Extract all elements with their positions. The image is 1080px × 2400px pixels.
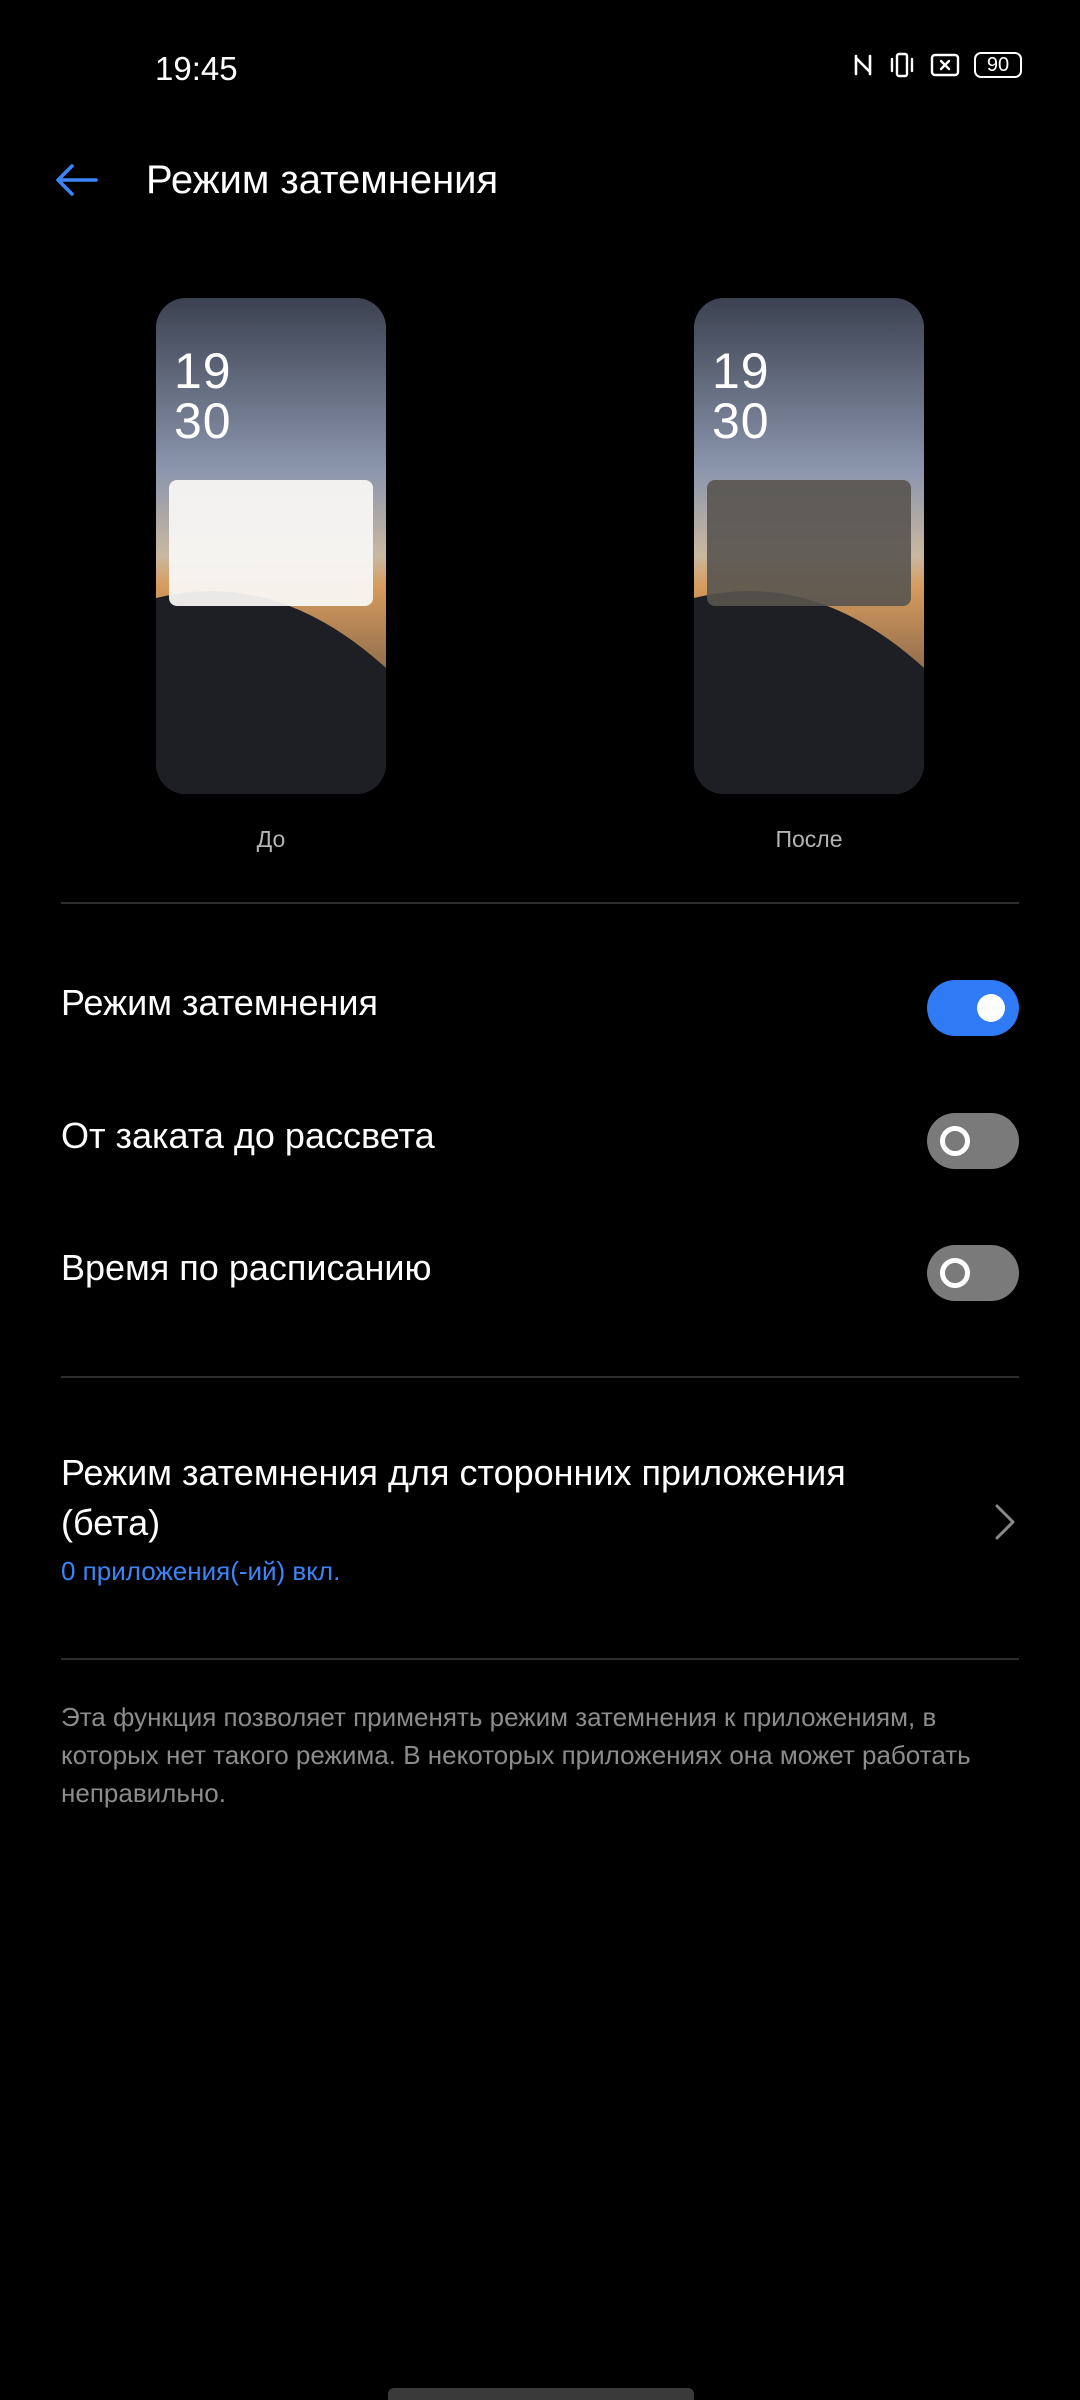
toggle-knob <box>940 1258 970 1288</box>
arrow-left-icon <box>54 163 100 202</box>
back-button[interactable] <box>44 154 110 210</box>
no-sim-icon <box>930 52 960 78</box>
dark-mode-previews: 19 30 До 19 30 После <box>0 298 1080 858</box>
status-bar: 19:45 90 <box>0 0 1080 140</box>
third-party-dark-mode-item[interactable]: Режим затемнения для сторонних приложени… <box>61 1442 1019 1602</box>
third-party-subtitle: 0 приложения(-ий) вкл. <box>61 1556 341 1586</box>
battery-icon: 90 <box>974 52 1022 78</box>
setting-label: Время по расписанию <box>61 1247 432 1288</box>
dark-mode-toggle[interactable] <box>927 980 1019 1036</box>
divider <box>61 1376 1019 1378</box>
preview-after-caption: После <box>775 826 843 852</box>
app-bar: Режим затемнения <box>0 140 1080 222</box>
sunset-to-sunrise-toggle[interactable] <box>927 1113 1019 1169</box>
page-title: Режим затемнения <box>146 158 499 202</box>
divider <box>61 902 1019 904</box>
feature-description: Эта функция позволяет применять режим за… <box>61 1702 971 1808</box>
preview-before-image: 19 30 <box>156 298 386 794</box>
toggle-knob <box>977 994 1005 1022</box>
setting-label: Режим затемнения <box>61 982 378 1023</box>
vibrate-icon <box>888 52 916 78</box>
status-icons: 90 <box>852 52 1022 78</box>
nfc-icon <box>852 52 874 78</box>
setting-scheduled-time: Время по расписанию <box>61 1227 1019 1317</box>
chevron-right-icon <box>989 1502 1019 1542</box>
preview-before-caption: До <box>256 826 286 852</box>
status-time: 19:45 <box>155 50 238 87</box>
preview-widget-light <box>169 480 373 606</box>
preview-widget-dark <box>707 480 911 606</box>
scheduled-time-toggle[interactable] <box>927 1245 1019 1301</box>
toggle-knob <box>940 1126 970 1156</box>
preview-after-image: 19 30 <box>694 298 924 794</box>
setting-label: От заката до рассвета <box>61 1115 435 1156</box>
home-indicator[interactable] <box>388 2388 694 2400</box>
setting-sunset-to-sunrise: От заката до рассвета <box>61 1095 1019 1185</box>
divider <box>61 1658 1019 1660</box>
setting-dark-mode: Режим затемнения <box>61 962 1019 1052</box>
third-party-title: Режим затемнения для сторонних приложени… <box>61 1452 846 1543</box>
preview-clock: 19 30 <box>174 343 232 449</box>
preview-clock: 19 30 <box>712 343 770 449</box>
